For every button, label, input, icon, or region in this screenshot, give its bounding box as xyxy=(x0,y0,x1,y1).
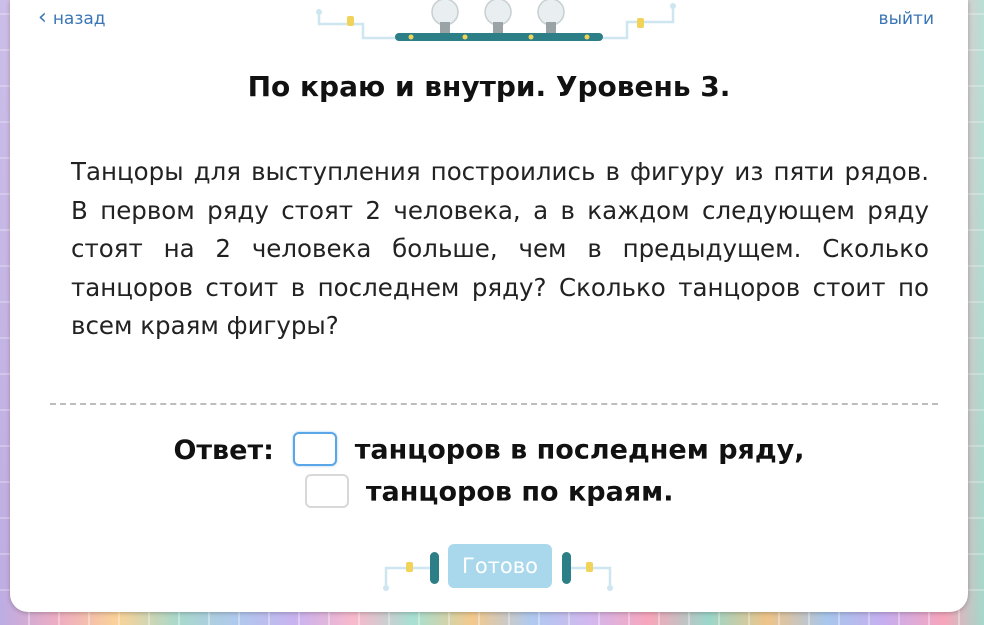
done-button-area: Готово xyxy=(382,540,622,600)
answer-text-last-row: танцоров в последнем ряду, xyxy=(354,434,805,466)
answer-line-2: танцоров по краям. xyxy=(10,474,968,510)
last-row-answer-input[interactable] xyxy=(293,432,338,466)
exit-link[interactable]: выйти xyxy=(879,9,934,29)
done-button[interactable]: Готово xyxy=(448,544,552,588)
problem-text: Танцоры для выступления построились в фи… xyxy=(71,157,929,340)
page-title: По краю и внутри. Уровень 3. xyxy=(247,70,731,103)
answer-line-1: Ответ: танцоров в последнем ряду, xyxy=(10,432,968,468)
chevron-left-icon: ‹ xyxy=(38,5,47,30)
light-bulbs-decoration xyxy=(316,0,676,41)
back-label: назад xyxy=(52,9,106,29)
answer-label: Ответ: xyxy=(173,434,274,466)
back-link[interactable]: ‹ назад xyxy=(38,5,106,30)
task-card: ‹ назад выйти По краю и внутри. Уровень … xyxy=(10,0,968,612)
answer-text-edges: танцоров по краям. xyxy=(365,476,674,508)
light-bulb-icon xyxy=(431,0,565,33)
divider xyxy=(50,403,938,405)
edges-answer-input[interactable] xyxy=(304,474,349,508)
